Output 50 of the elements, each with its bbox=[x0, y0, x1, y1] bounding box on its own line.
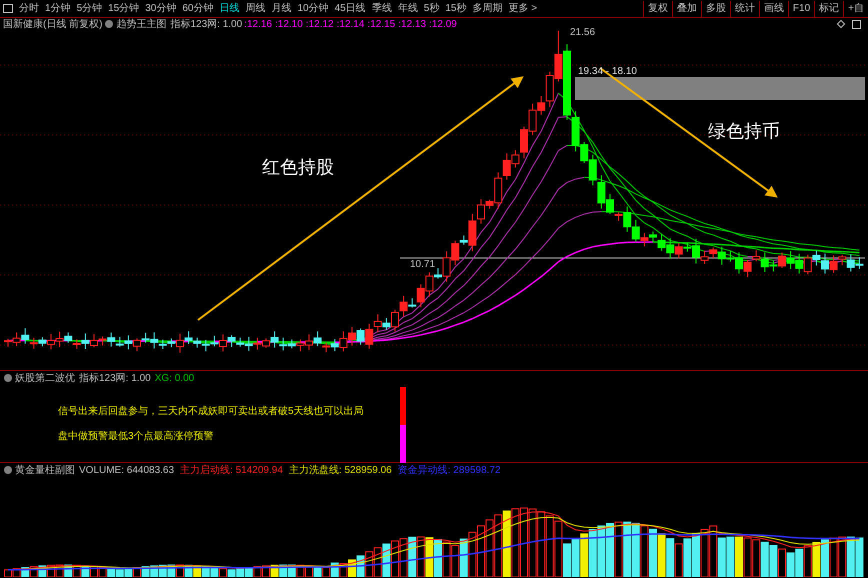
indicator-value: 主力洗盘线: 528959.06 bbox=[288, 464, 392, 478]
indicator-value: 资金异动线: 289598.72 bbox=[398, 464, 501, 478]
toolbar-button[interactable]: F10 bbox=[788, 0, 814, 16]
note-text: 信号出来后回盘参与，三天内不成妖即可卖出或者破5天线也可以出局 bbox=[58, 404, 364, 419]
period-tab[interactable]: 30分钟 bbox=[142, 1, 180, 16]
toolbar-button[interactable]: 复权 bbox=[642, 0, 672, 16]
period-tab[interactable]: 日线 bbox=[216, 1, 242, 16]
indicator-value: 主力启动线: 514209.94 bbox=[180, 464, 283, 478]
stock-name: 国新健康(日线 前复权) bbox=[3, 18, 102, 32]
period-tab[interactable]: 周线 bbox=[242, 1, 268, 16]
toolbar-button[interactable]: 叠加 bbox=[672, 0, 701, 16]
support-price-label: 10.71 bbox=[410, 258, 436, 272]
note-text: 盘中做预警最低3个点最高涨停预警 bbox=[58, 430, 214, 444]
period-tab[interactable]: 15秒 bbox=[442, 1, 470, 16]
annotation-text: 红色持股 bbox=[262, 156, 334, 179]
period-tab[interactable]: 多周期 bbox=[469, 1, 506, 16]
ma-value: :12.14 bbox=[336, 18, 364, 32]
toolbar-button[interactable]: +自 bbox=[843, 0, 868, 16]
indicator-name: 黄金量柱副图 bbox=[15, 464, 75, 478]
annotation-text: 绿色持币 bbox=[708, 120, 780, 143]
toolbar-button[interactable]: 统计 bbox=[730, 0, 759, 16]
period-tab[interactable]: 年线 bbox=[394, 1, 421, 16]
period-tab[interactable]: 1分钟 bbox=[42, 1, 74, 16]
box-price-label: 19.34 - 18.10 bbox=[578, 65, 637, 79]
toolbar-button[interactable]: 标记 bbox=[814, 0, 844, 16]
period-tab[interactable]: 月线 bbox=[268, 1, 294, 16]
period-tab[interactable]: 10分钟 bbox=[294, 1, 332, 16]
toolbar-button[interactable]: 多股 bbox=[700, 0, 730, 16]
period-tab[interactable]: 45日线 bbox=[332, 1, 369, 16]
ma-value: :12.16 bbox=[244, 18, 272, 32]
high-price-label: 21.56 bbox=[570, 26, 596, 40]
ma-value: :12.10 bbox=[274, 18, 303, 32]
indicator-name: 妖股第二波优 bbox=[15, 372, 75, 386]
ma-value: :12.13 bbox=[398, 18, 426, 32]
toolbar-button[interactable]: 画线 bbox=[758, 0, 788, 16]
indicator-value: XG: 0.00 bbox=[154, 372, 194, 386]
ma-value: :12.12 bbox=[306, 18, 334, 32]
indicator-param: 指标123网: 1.00 bbox=[170, 18, 242, 32]
period-tab[interactable]: 15分钟 bbox=[105, 1, 142, 16]
indicator-param: 指标123网: 1.00 bbox=[79, 372, 151, 386]
period-tab[interactable]: 分时 bbox=[16, 1, 42, 16]
ma-value: :12.09 bbox=[429, 18, 457, 32]
period-tab[interactable]: 5秒 bbox=[420, 1, 442, 16]
period-tab[interactable]: 更多 > bbox=[505, 1, 540, 16]
indicator-value: VOLUME: 644083.63 bbox=[79, 464, 174, 478]
ma-value: :12.15 bbox=[367, 18, 396, 32]
period-tab[interactable]: 5分钟 bbox=[74, 1, 106, 16]
indicator-name: 趋势王主图 bbox=[116, 18, 166, 32]
period-tab[interactable]: 季线 bbox=[368, 1, 395, 16]
period-tab[interactable]: 60分钟 bbox=[179, 1, 216, 16]
